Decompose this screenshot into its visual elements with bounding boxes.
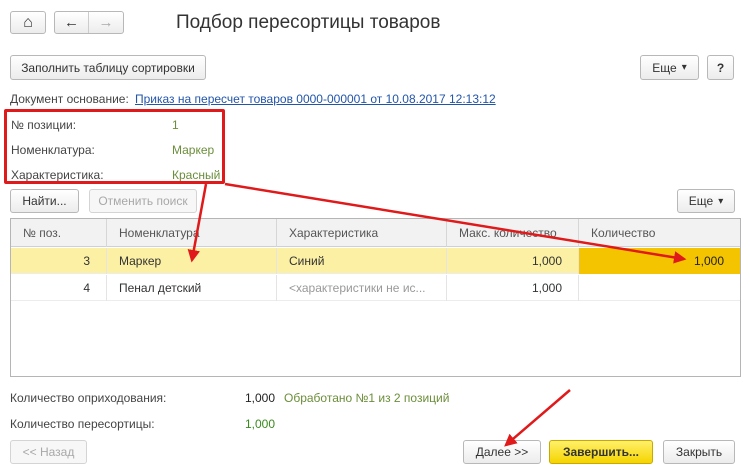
cell-nomenclature: Пенал детский: [107, 275, 277, 301]
table-more-label: Еще: [688, 194, 714, 208]
back-button[interactable]: ←: [55, 12, 89, 33]
arrow-right-icon: →: [98, 14, 114, 31]
received-quantity-value: 1,000: [245, 391, 276, 405]
more-button[interactable]: Еще ▾: [640, 55, 699, 80]
arrow-to-next-button: [504, 389, 571, 447]
cell-quantity[interactable]: 1,000: [579, 248, 740, 274]
nomenclature-label: Номенклатура:: [11, 143, 95, 157]
column-header-characteristic[interactable]: Характеристика: [277, 219, 447, 247]
characteristic-value: Красный: [172, 168, 221, 182]
processed-status: Обработано №1 из 2 позиций: [284, 391, 450, 405]
home-nav: ⌂: [10, 11, 46, 34]
column-header-max-quantity[interactable]: Макс. количество: [447, 219, 579, 247]
next-button[interactable]: Далее >>: [463, 440, 541, 464]
cancel-search-button[interactable]: Отменить поиск: [89, 189, 197, 213]
cell-nomenclature: Маркер: [107, 248, 277, 274]
position-value: 1: [172, 118, 179, 132]
find-button[interactable]: Найти...: [10, 189, 79, 213]
received-quantity-label: Количество оприходования:: [10, 391, 167, 405]
nomenclature-value: Маркер: [172, 143, 215, 157]
chevron-down-icon: ▾: [681, 62, 687, 73]
back-step-button[interactable]: << Назад: [10, 440, 87, 464]
fill-table-button[interactable]: Заполнить таблицу сортировки: [10, 55, 206, 80]
history-nav: ← →: [54, 11, 124, 34]
cell-quantity[interactable]: [579, 275, 740, 301]
forward-button[interactable]: →: [89, 12, 123, 33]
cell-max-quantity: 1,000: [447, 275, 579, 301]
window-title: Подбор пересортицы товаров: [176, 12, 441, 33]
cell-position: 3: [11, 248, 107, 274]
cell-max-quantity: 1,000: [447, 248, 579, 274]
base-document-label: Документ основание:: [10, 92, 129, 106]
cell-characteristic: Синий: [277, 248, 447, 274]
chevron-down-icon: ▾: [718, 195, 724, 207]
table-header: № поз. Номенклатура Характеристика Макс.…: [11, 219, 740, 247]
arrow-left-icon: ←: [64, 14, 79, 31]
table-row[interactable]: 3 Маркер Синий 1,000 1,000: [11, 248, 740, 274]
column-header-nomenclature[interactable]: Номенклатура: [107, 219, 277, 247]
regrading-quantity-label: Количество пересортицы:: [10, 417, 155, 431]
table-more-button[interactable]: Еще ▾: [677, 189, 735, 213]
cell-characteristic: <характеристики не ис...: [277, 275, 447, 301]
position-label: № позиции:: [11, 118, 77, 132]
close-button[interactable]: Закрыть: [663, 440, 735, 464]
base-document-link[interactable]: Приказ на пересчет товаров 0000-000001 о…: [135, 92, 496, 106]
column-header-quantity[interactable]: Количество: [579, 219, 740, 247]
home-icon: ⌂: [23, 13, 33, 31]
help-button[interactable]: ?: [707, 55, 734, 80]
table-row[interactable]: 4 Пенал детский <характеристики не ис...…: [11, 275, 740, 301]
home-button[interactable]: ⌂: [11, 12, 45, 33]
more-label: Еще: [652, 60, 677, 75]
cell-position: 4: [11, 275, 107, 301]
finish-button[interactable]: Завершить...: [549, 440, 653, 464]
regrading-quantity-value: 1,000: [245, 417, 276, 431]
regrading-table: № поз. Номенклатура Характеристика Макс.…: [10, 218, 741, 377]
column-header-position[interactable]: № поз.: [11, 219, 107, 247]
characteristic-label: Характеристика:: [11, 168, 104, 182]
